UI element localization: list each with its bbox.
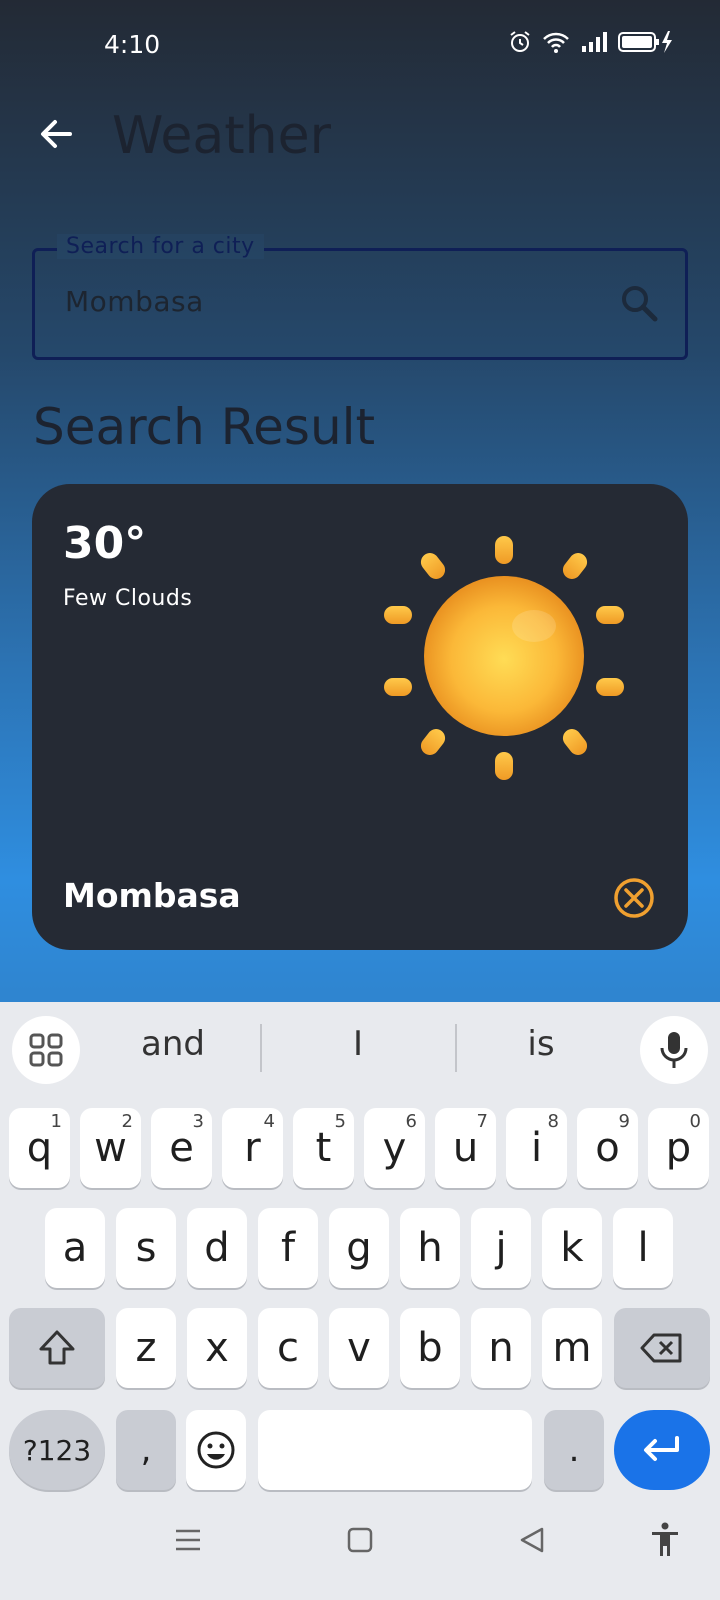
space-key[interactable] (258, 1410, 532, 1490)
shift-key[interactable] (9, 1308, 105, 1388)
suggestion-divider (260, 1024, 262, 1072)
key-hint: 8 (547, 1111, 559, 1132)
key-f[interactable]: f (258, 1208, 318, 1288)
weather-condition: Few Clouds (63, 586, 193, 611)
key-hint: 7 (476, 1111, 488, 1132)
period-key[interactable]: . (544, 1410, 604, 1490)
home-icon[interactable] (346, 1526, 374, 1554)
key-hint: 5 (334, 1111, 346, 1132)
microphone-icon (660, 1032, 688, 1068)
arrow-back-icon (41, 120, 72, 148)
key-label: t (315, 1125, 332, 1171)
grid-icon (29, 1033, 63, 1067)
accessibility-icon[interactable] (650, 1522, 680, 1558)
search-field-label: Search for a city (57, 234, 264, 259)
status-time: 4:10 (104, 30, 161, 59)
key-hint: 6 (405, 1111, 417, 1132)
suggestion-2[interactable]: I (298, 1024, 418, 1064)
system-navigation-bar (0, 1490, 720, 1600)
backspace-icon (640, 1333, 682, 1363)
alarm-icon (510, 31, 530, 52)
nav-back-icon[interactable] (518, 1526, 546, 1554)
key-z[interactable]: z (116, 1308, 176, 1388)
signal-icon (582, 32, 607, 52)
key-label: o (595, 1125, 620, 1171)
comma-key[interactable]: , (116, 1410, 176, 1490)
weather-result-card[interactable]: 30° Few Clouds Mombasa (32, 484, 688, 950)
key-hint: 2 (121, 1111, 133, 1132)
key-hint: 9 (618, 1111, 630, 1132)
suggestion-1[interactable]: and (113, 1024, 233, 1064)
key-m[interactable]: m (542, 1308, 602, 1388)
city-search-input[interactable]: Search for a city Mombasa (32, 234, 688, 360)
key-n[interactable]: n (471, 1308, 531, 1388)
sun-icon (384, 536, 624, 780)
key-v[interactable]: v (329, 1308, 389, 1388)
key-i[interactable]: i8 (506, 1108, 567, 1188)
enter-key[interactable] (614, 1410, 710, 1490)
city-name: Mombasa (63, 876, 241, 915)
key-j[interactable]: j (471, 1208, 531, 1288)
search-icon[interactable] (619, 283, 659, 323)
emoji-key[interactable] (186, 1410, 246, 1490)
key-w[interactable]: w2 (80, 1108, 141, 1188)
remove-city-button[interactable] (612, 876, 656, 920)
key-a[interactable]: a (45, 1208, 105, 1288)
key-d[interactable]: d (187, 1208, 247, 1288)
key-s[interactable]: s (116, 1208, 176, 1288)
search-field-value[interactable]: Mombasa (65, 285, 204, 318)
key-e[interactable]: e3 (151, 1108, 212, 1188)
key-h[interactable]: h (400, 1208, 460, 1288)
key-p[interactable]: p0 (648, 1108, 709, 1188)
key-k[interactable]: k (542, 1208, 602, 1288)
key-hint: 0 (689, 1111, 701, 1132)
suggestion-divider (455, 1024, 457, 1072)
key-label: y (382, 1125, 407, 1171)
status-bar: 4:10 (0, 0, 720, 90)
search-result-heading: Search Result (33, 398, 376, 456)
key-c[interactable]: c (258, 1308, 318, 1388)
key-hint: 3 (192, 1111, 204, 1132)
key-t[interactable]: t5 (293, 1108, 354, 1188)
battery-charging-icon (618, 31, 672, 53)
temperature: 30° (63, 518, 147, 569)
page-title: Weather (112, 106, 331, 166)
key-o[interactable]: o9 (577, 1108, 638, 1188)
shift-icon (39, 1330, 75, 1365)
emoji-icon (197, 1431, 235, 1469)
soft-keyboard: and I is q1w2e3r4t5y6u7i8o9p0 asdfghjkl … (0, 1002, 720, 1600)
key-hint: 1 (50, 1111, 62, 1132)
status-icons (508, 30, 674, 54)
key-g[interactable]: g (329, 1208, 389, 1288)
key-b[interactable]: b (400, 1308, 460, 1388)
voice-input-button[interactable] (640, 1016, 708, 1084)
keyboard-apps-button[interactable] (12, 1016, 80, 1084)
key-label: e (169, 1125, 194, 1171)
key-label: i (530, 1125, 543, 1171)
key-hint: 4 (263, 1111, 275, 1132)
enter-icon (644, 1436, 679, 1461)
wifi-icon (543, 32, 569, 53)
key-r[interactable]: r4 (222, 1108, 283, 1188)
key-label: r (244, 1125, 261, 1171)
key-l[interactable]: l (613, 1208, 673, 1288)
key-label: p (665, 1125, 692, 1171)
key-y[interactable]: y6 (364, 1108, 425, 1188)
recent-apps-icon[interactable] (174, 1526, 202, 1554)
backspace-key[interactable] (614, 1308, 710, 1388)
back-button[interactable] (34, 112, 78, 156)
key-q[interactable]: q1 (9, 1108, 70, 1188)
key-u[interactable]: u7 (435, 1108, 496, 1188)
key-x[interactable]: x (187, 1308, 247, 1388)
key-label: u (452, 1125, 479, 1171)
symbols-key[interactable]: ?123 (9, 1410, 105, 1490)
suggestion-3[interactable]: is (481, 1024, 601, 1064)
suggestion-bar: and I is (0, 1002, 720, 1094)
key-label: q (26, 1125, 53, 1171)
